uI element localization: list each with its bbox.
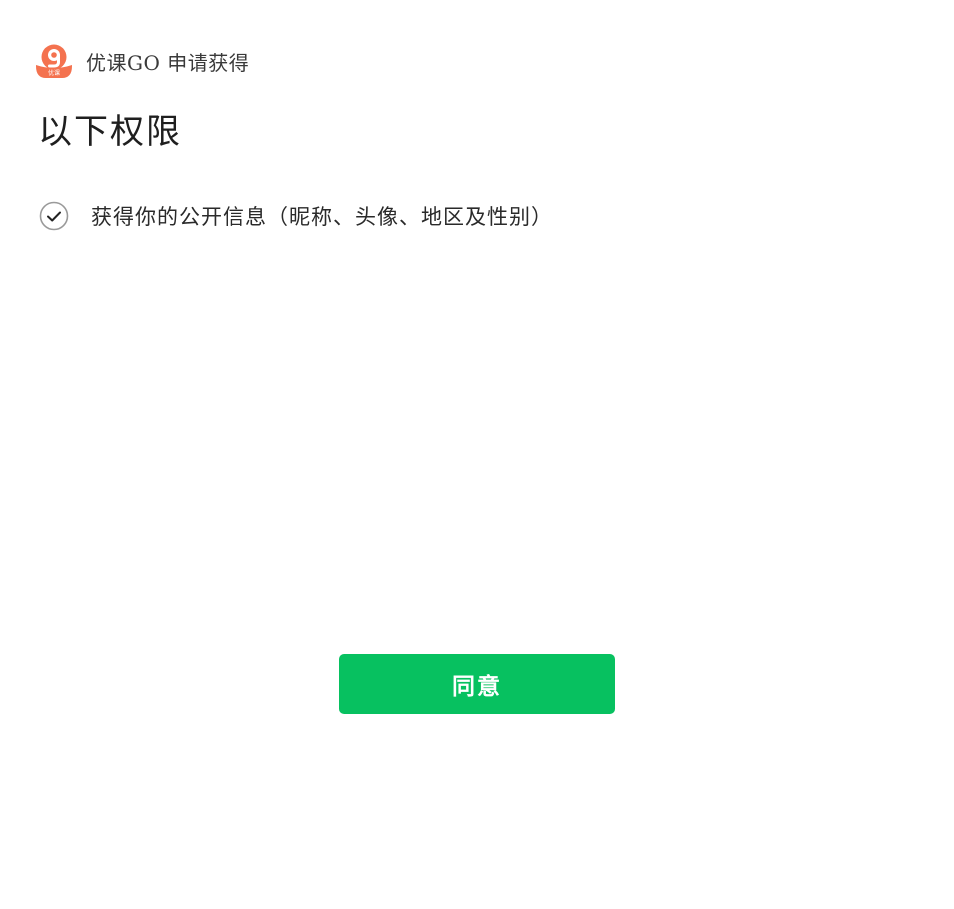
logo-badge-text: 优课 — [48, 69, 60, 77]
permission-item-public-info[interactable]: 获得你的公开信息（昵称、头像、地区及性别） — [39, 200, 553, 232]
header-title: 优课GO 申请获得 — [86, 50, 250, 75]
permission-label: 获得你的公开信息（昵称、头像、地区及性别） — [91, 205, 553, 229]
page-title: 以下权限 — [38, 112, 182, 152]
app-header: 优课 优课GO 申请获得 — [36, 44, 249, 78]
check-circle-icon[interactable] — [39, 201, 69, 231]
agree-button[interactable]: 同意 — [339, 654, 615, 714]
youke-go-logo-icon: 优课 — [36, 44, 72, 78]
